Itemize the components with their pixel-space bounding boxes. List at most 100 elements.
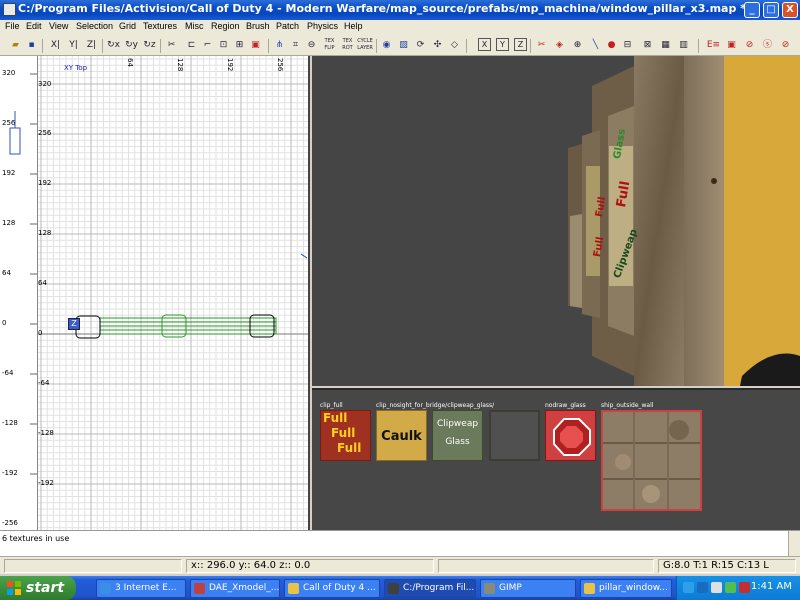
grid-canvas[interactable] <box>38 56 310 530</box>
texture-clip-full[interactable]: Full Full Full <box>320 410 371 461</box>
tex-line: Clipweap <box>436 419 479 429</box>
minimize-button[interactable]: _ <box>744 2 760 18</box>
menu-region[interactable]: Region <box>211 21 240 31</box>
vertex-icon[interactable]: ⌗ <box>288 38 303 53</box>
brush-select-icon[interactable]: ⊏ <box>184 38 199 53</box>
flip-x-icon[interactable]: X| <box>48 38 63 53</box>
task-gimp[interactable]: GIMP <box>480 579 576 598</box>
folder-icon <box>288 583 299 594</box>
rotate-x-icon[interactable]: ↻x <box>106 38 121 53</box>
sound-icon[interactable]: ⓢ <box>760 38 775 53</box>
grid-y-label: 256 <box>38 129 52 137</box>
rotate-y-icon[interactable]: ↻y <box>124 38 139 53</box>
tray-icon[interactable] <box>683 582 694 593</box>
texture-browser[interactable]: clip_full clip_nosight_for_bridge/clipwe… <box>312 388 800 530</box>
texture-name-overlap: clip_nosight_for_bridge/clipweap_glass/d… <box>376 402 494 409</box>
task-dae-xmodel[interactable]: DAE_Xmodel_... <box>190 579 280 598</box>
region-icon[interactable]: ⊟ <box>620 38 635 53</box>
texture-lock-icon[interactable]: ⊖ <box>304 38 319 53</box>
light-icon[interactable]: ◈ <box>552 38 567 53</box>
selection-icon[interactable]: ⊡ <box>216 38 231 53</box>
view-front-icon[interactable]: ✣ <box>430 38 445 53</box>
rotate-z-icon[interactable]: ↻z <box>142 38 157 53</box>
menu-help[interactable]: Help <box>344 21 363 31</box>
menu-bar: File Edit View Selection Grid Textures M… <box>0 20 800 36</box>
view-top-icon[interactable]: ◇ <box>447 38 462 53</box>
view-side-icon[interactable]: ⟳ <box>413 38 428 53</box>
console-scrollbar[interactable] <box>788 531 800 557</box>
cubic-clip-icon[interactable]: ✂ <box>534 38 549 53</box>
camera-render[interactable] <box>312 56 800 386</box>
maximize-button[interactable]: □ <box>763 2 779 18</box>
menu-misc[interactable]: Misc <box>185 21 204 31</box>
no-entry-icon[interactable]: ⊘ <box>742 38 757 53</box>
start-button[interactable]: start <box>0 576 76 600</box>
grid-icon[interactable]: ⊞ <box>232 38 247 53</box>
tex-line: Full <box>323 411 348 425</box>
ie-icon <box>100 583 111 594</box>
menu-patch[interactable]: Patch <box>276 21 299 31</box>
texture-ship-outside-wall[interactable] <box>601 410 702 511</box>
close-button[interactable]: X <box>782 2 798 18</box>
menu-view[interactable]: View <box>49 21 68 31</box>
task-pillar-window[interactable]: pillar_window... <box>580 579 672 598</box>
entity-icon[interactable]: ╲ <box>588 38 603 53</box>
open-icon[interactable]: ▰ <box>8 38 23 53</box>
xy-top-grid-view[interactable]: XY Top Z 320 256 192 128 64 0 -64 -128 -… <box>38 56 310 530</box>
texture-clipweap-glass[interactable]: Clipweap Glass <box>432 410 483 461</box>
camera-3d-view[interactable]: Glass Full Full Clipweap Full <box>312 56 800 386</box>
tray-icon-3[interactable] <box>739 582 750 593</box>
texture-caulk[interactable]: Caulk <box>376 410 427 461</box>
menu-file[interactable]: File <box>5 21 20 31</box>
cycle-layer-label: CYCLE LAYER <box>357 38 373 51</box>
csg-merge-icon[interactable]: ⋔ <box>272 38 287 53</box>
texture-detail-gridpoint[interactable] <box>489 410 540 461</box>
crop-icon[interactable]: ⌐ <box>200 38 215 53</box>
layers-icon[interactable]: ▦ <box>658 38 673 53</box>
z-axis-label: Z <box>517 40 524 49</box>
texture-nodraw-glass[interactable] <box>545 410 596 461</box>
z-origin-marker[interactable]: Z <box>68 318 80 330</box>
toolbar: ▰ ▪ X| Y| Z| ↻x ↻y ↻z ✂ ⊏ ⌐ ⊡ ⊞ ▣ ⋔ ⌗ ⊖ … <box>0 36 800 56</box>
flip-y-icon[interactable]: Y| <box>66 38 81 53</box>
task-internet-explorer[interactable]: 3 Internet E... <box>96 579 186 598</box>
menu-grid[interactable]: Grid <box>119 21 136 31</box>
octagon-icon <box>553 418 591 456</box>
x-axis-icon[interactable]: X <box>478 38 491 51</box>
taskbar: start 3 Internet E... DAE_Xmodel_... Cal… <box>0 576 800 600</box>
y-axis-icon[interactable]: Y <box>496 38 509 51</box>
camera-icon[interactable]: ◉ <box>379 38 394 53</box>
z-axis-icon[interactable]: Z <box>514 38 527 51</box>
menu-textures[interactable]: Textures <box>143 21 177 31</box>
flip-z-icon[interactable]: Z| <box>84 38 99 53</box>
entity-list-icon[interactable]: E≡ <box>706 38 721 53</box>
network-icon[interactable] <box>697 582 708 593</box>
clock[interactable]: 1:41 AM <box>751 581 792 592</box>
texture-cycle-icon[interactable]: CYCLE LAYER <box>356 38 374 53</box>
view-icon[interactable]: ▨ <box>396 38 411 53</box>
texture-lock-rotate-icon[interactable]: TEX ROT <box>340 38 355 53</box>
csg-subtract-icon[interactable]: ▣ <box>248 38 263 53</box>
texture-window-icon[interactable]: ▥ <box>676 38 691 53</box>
vertical-ruler: 320 256 192 128 64 0 -64 -128 -192 -256 <box>0 56 38 530</box>
menu-selection[interactable]: Selection <box>76 21 113 31</box>
save-icon[interactable]: ▪ <box>24 38 39 53</box>
pillar-brushes[interactable] <box>75 314 277 339</box>
texture-lock-flip-icon[interactable]: TEX FLIP <box>322 38 337 53</box>
filter-icon[interactable]: ⊠ <box>640 38 655 53</box>
menu-edit[interactable]: Edit <box>26 21 42 31</box>
x-axis-label: X <box>481 40 488 49</box>
clipper-icon[interactable]: ✂ <box>164 38 179 53</box>
flag-icon[interactable]: ▣ <box>724 38 739 53</box>
help-icon[interactable]: ⊘ <box>778 38 793 53</box>
menu-brush[interactable]: Brush <box>246 21 270 31</box>
task-radiant-editor[interactable]: C:/Program Fil... <box>384 579 476 598</box>
menu-physics[interactable]: Physics <box>307 21 338 31</box>
z-marker-label: Z <box>71 319 77 328</box>
console-output[interactable]: 6 textures in use <box>0 530 800 557</box>
tray-icon-2[interactable] <box>725 582 736 593</box>
task-call-of-duty[interactable]: Call of Duty 4 ... <box>284 579 380 598</box>
volume-icon[interactable] <box>711 582 722 593</box>
patch-icon[interactable]: ⊕ <box>570 38 585 53</box>
model-icon[interactable]: ● <box>604 38 619 53</box>
